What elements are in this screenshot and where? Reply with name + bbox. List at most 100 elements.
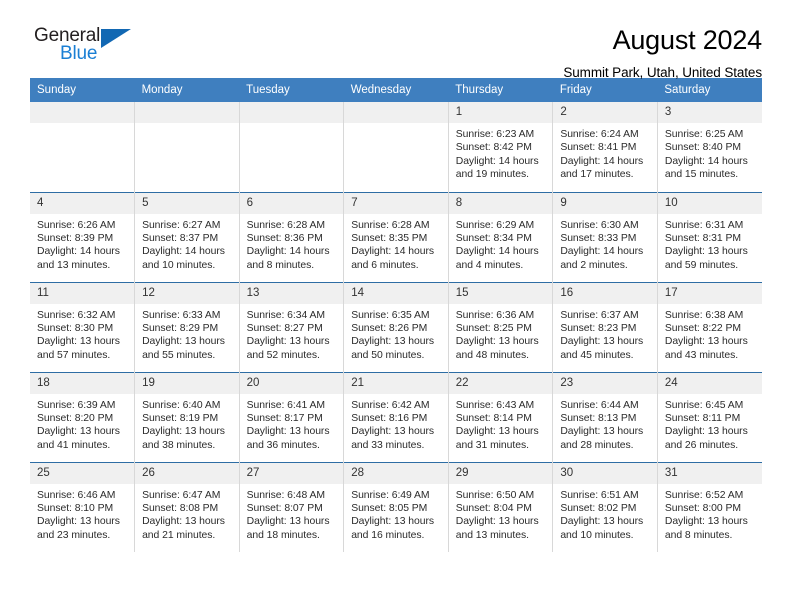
daylight-text: Daylight: 13 hours and 23 minutes.: [37, 516, 120, 541]
daylight-text: Daylight: 13 hours and 21 minutes.: [142, 516, 225, 541]
day-number: [30, 102, 135, 123]
generalblue-logo: General Blue: [30, 26, 140, 63]
calendar-day-cell[interactable]: 13 Sunrise: 6:34 AM Sunset: 8:27 PM Dayligh…: [239, 281, 345, 372]
sunset-text: Sunset: 8:20 PM: [37, 412, 114, 424]
sunset-text: Sunset: 8:22 PM: [664, 322, 741, 334]
sunset-text: Sunset: 8:19 PM: [142, 412, 219, 424]
sunset-text: Sunset: 8:29 PM: [142, 322, 219, 334]
calendar-week-row: 1 Sunrise: 6:23 AM Sunset: 8:42 PM Daylight…: [30, 102, 762, 192]
day-details: Sunrise: 6:23 AM Sunset: 8:42 PM Daylight:…: [449, 123, 553, 182]
calendar-day-cell[interactable]: 10 Sunrise: 6:31 AM Sunset: 8:31 PM Dayligh…: [657, 191, 762, 282]
daylight-text: Daylight: 13 hours and 41 minutes.: [37, 426, 120, 451]
day-details: Sunrise: 6:47 AM Sunset: 8:08 PM Daylight:…: [135, 484, 239, 543]
day-number: 2: [553, 102, 657, 123]
sunset-text: Sunset: 8:36 PM: [246, 232, 323, 244]
daylight-text: Daylight: 13 hours and 57 minutes.: [37, 336, 120, 361]
calendar-day-cell[interactable]: 19 Sunrise: 6:40 AM Sunset: 8:19 PM Dayligh…: [134, 371, 240, 462]
sunset-text: Sunset: 8:33 PM: [560, 232, 637, 244]
calendar-day-cell[interactable]: 14 Sunrise: 6:35 AM Sunset: 8:26 PM Dayligh…: [343, 281, 449, 372]
calendar-day-cell[interactable]: 9 Sunrise: 6:30 AM Sunset: 8:33 PM Daylight…: [552, 191, 658, 282]
sunrise-text: Sunrise: 6:37 AM: [560, 309, 639, 321]
calendar-day-cell[interactable]: 22 Sunrise: 6:43 AM Sunset: 8:14 PM Dayligh…: [448, 371, 554, 462]
sunset-text: Sunset: 8:27 PM: [246, 322, 323, 334]
calendar-header-row: Sunday Monday Tuesday Wednesday Thursday Frid…: [30, 78, 762, 102]
calendar-day-cell[interactable]: 6 Sunrise: 6:28 AM Sunset: 8:36 PM Daylight…: [239, 191, 345, 282]
sunrise-text: Sunrise: 6:27 AM: [142, 219, 221, 231]
sunset-text: Sunset: 8:07 PM: [246, 502, 323, 514]
day-details: Sunrise: 6:26 AM Sunset: 8:39 PM Daylight:…: [30, 214, 134, 273]
sunrise-text: Sunrise: 6:52 AM: [664, 489, 744, 501]
calendar-day-cell[interactable]: 15 Sunrise: 6:36 AM Sunset: 8:25 PM Dayligh…: [448, 281, 554, 372]
sunrise-text: Sunrise: 6:25 AM: [664, 129, 744, 140]
sunset-text: Sunset: 8:40 PM: [664, 142, 741, 154]
sunset-text: Sunset: 8:00 PM: [664, 502, 741, 514]
day-number: 12: [135, 282, 239, 304]
calendar-day-cell[interactable]: 30 Sunrise: 6:51 AM Sunset: 8:02 PM Dayligh…: [552, 461, 658, 552]
calendar-day-cell[interactable]: 23 Sunrise: 6:44 AM Sunset: 8:13 PM Dayligh…: [552, 371, 658, 462]
calendar-day-cell[interactable]: 29 Sunrise: 6:50 AM Sunset: 8:04 PM Dayligh…: [448, 461, 554, 552]
daylight-text: Daylight: 13 hours and 18 minutes.: [246, 516, 330, 541]
calendar-day-cell[interactable]: 1 Sunrise: 6:23 AM Sunset: 8:42 PM Daylight…: [448, 102, 554, 192]
calendar-day-cell[interactable]: 31 Sunrise: 6:52 AM Sunset: 8:00 PM Dayligh…: [657, 461, 762, 552]
day-number: 11: [30, 282, 135, 304]
calendar-day-cell[interactable]: 3 Sunrise: 6:25 AM Sunset: 8:40 PM Daylight…: [657, 102, 762, 192]
calendar-day-cell[interactable]: 18 Sunrise: 6:39 AM Sunset: 8:20 PM Dayligh…: [30, 371, 136, 462]
daylight-text: Daylight: 14 hours and 15 minutes.: [664, 155, 748, 181]
calendar-day-cell[interactable]: 25 Sunrise: 6:46 AM Sunset: 8:10 PM Dayligh…: [30, 461, 136, 552]
weekday-header-saturday: Saturday: [657, 78, 762, 102]
sunset-text: Sunset: 8:17 PM: [246, 412, 323, 424]
daylight-text: Daylight: 13 hours and 48 minutes.: [455, 336, 539, 361]
sunset-text: Sunset: 8:30 PM: [37, 322, 114, 334]
day-number: 25: [30, 462, 135, 484]
sunset-text: Sunset: 8:39 PM: [37, 232, 114, 244]
day-number: 7: [344, 192, 448, 214]
day-number: 6: [239, 192, 344, 214]
weekday-header-tuesday: Tuesday: [239, 78, 344, 102]
calendar-day-cell[interactable]: 27 Sunrise: 6:48 AM Sunset: 8:07 PM Dayligh…: [239, 461, 345, 552]
calendar-day-cell[interactable]: 16 Sunrise: 6:37 AM Sunset: 8:23 PM Dayligh…: [552, 281, 658, 372]
sunrise-text: Sunrise: 6:42 AM: [351, 399, 430, 411]
calendar-day-cell[interactable]: 28 Sunrise: 6:49 AM Sunset: 8:05 PM Dayligh…: [343, 461, 449, 552]
daylight-text: Daylight: 14 hours and 8 minutes.: [246, 246, 330, 271]
calendar-day-cell[interactable]: 5 Sunrise: 6:27 AM Sunset: 8:37 PM Daylight…: [134, 191, 240, 282]
sunrise-text: Sunrise: 6:40 AM: [142, 399, 221, 411]
calendar-day-cell[interactable]: 12 Sunrise: 6:33 AM Sunset: 8:29 PM Dayligh…: [134, 281, 240, 372]
sunrise-text: Sunrise: 6:36 AM: [455, 309, 535, 321]
day-details: Sunrise: 6:43 AM Sunset: 8:14 PM Daylight:…: [449, 394, 553, 453]
daylight-text: Daylight: 13 hours and 16 minutes.: [351, 516, 435, 541]
calendar-day-cell[interactable]: 26 Sunrise: 6:47 AM Sunset: 8:08 PM Dayligh…: [134, 461, 240, 552]
sunrise-text: Sunrise: 6:43 AM: [455, 399, 535, 411]
day-number: 30: [553, 462, 657, 484]
day-number: 23: [553, 372, 657, 394]
calendar-day-cell[interactable]: 21 Sunrise: 6:42 AM Sunset: 8:16 PM Dayligh…: [343, 371, 449, 462]
sunset-text: Sunset: 8:05 PM: [351, 502, 428, 514]
day-number: 13: [239, 282, 344, 304]
sunrise-text: Sunrise: 6:45 AM: [664, 399, 744, 411]
calendar-day-cell[interactable]: 24 Sunrise: 6:45 AM Sunset: 8:11 PM Dayligh…: [657, 371, 762, 462]
sunrise-text: Sunrise: 6:28 AM: [351, 219, 430, 231]
calendar-day-cell[interactable]: 7 Sunrise: 6:28 AM Sunset: 8:35 PM Daylight…: [343, 191, 449, 282]
day-number: 26: [135, 462, 239, 484]
daylight-text: Daylight: 14 hours and 4 minutes.: [455, 246, 539, 271]
calendar-week-row: 11 Sunrise: 6:32 AM Sunset: 8:30 PM Dayligh…: [30, 281, 762, 372]
day-number: 10: [657, 192, 762, 214]
sunrise-text: Sunrise: 6:35 AM: [351, 309, 430, 321]
page-subtitle: Summit Park, Utah, United States: [563, 65, 762, 81]
calendar-table: Sunday Monday Tuesday Wednesday Thursday Frid…: [30, 78, 762, 552]
calendar-day-cell[interactable]: 4 Sunrise: 6:26 AM Sunset: 8:39 PM Daylight…: [30, 191, 136, 282]
sunset-text: Sunset: 8:25 PM: [455, 322, 532, 334]
sunrise-text: Sunrise: 6:31 AM: [664, 219, 744, 231]
calendar-day-cell[interactable]: 8 Sunrise: 6:29 AM Sunset: 8:34 PM Daylight…: [448, 191, 554, 282]
daylight-text: Daylight: 14 hours and 13 minutes.: [37, 246, 120, 271]
calendar-day-cell[interactable]: 2 Sunrise: 6:24 AM Sunset: 8:41 PM Daylight…: [552, 102, 658, 192]
calendar-day-cell[interactable]: 17 Sunrise: 6:38 AM Sunset: 8:22 PM Dayligh…: [657, 281, 762, 372]
day-details: Sunrise: 6:34 AM Sunset: 8:27 PM Daylight:…: [240, 304, 344, 363]
day-number: [344, 102, 448, 123]
day-number: 17: [657, 282, 762, 304]
page-title: August 2024: [612, 25, 763, 55]
calendar-day-cell[interactable]: 20 Sunrise: 6:41 AM Sunset: 8:17 PM Dayligh…: [239, 371, 345, 462]
day-details: Sunrise: 6:52 AM Sunset: 8:00 PM Daylight:…: [658, 484, 762, 543]
calendar-day-cell[interactable]: 11 Sunrise: 6:32 AM Sunset: 8:30 PM Dayligh…: [30, 281, 136, 372]
day-number: 18: [30, 372, 135, 394]
daylight-text: Daylight: 13 hours and 38 minutes.: [142, 426, 225, 451]
